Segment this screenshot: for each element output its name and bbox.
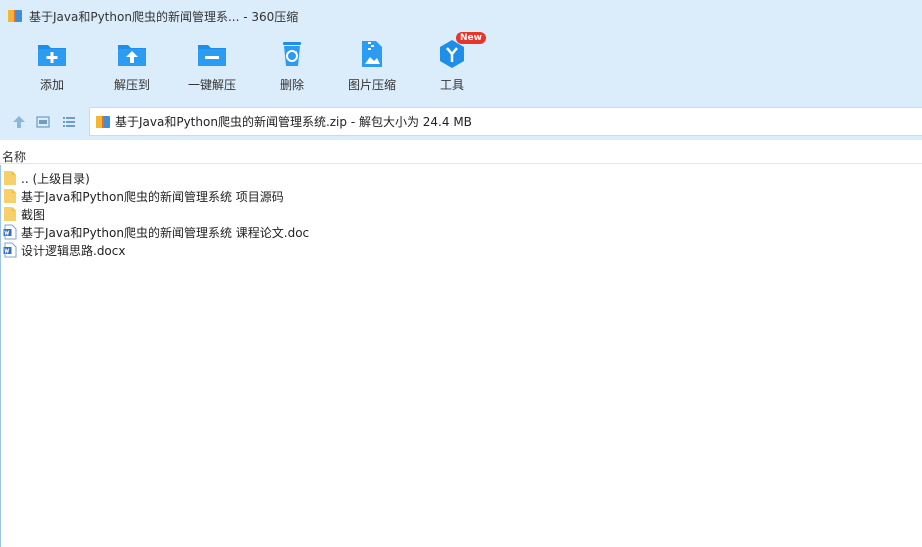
list-item-screenshots-folder[interactable]: 截图: [3, 205, 309, 223]
image-compress-button[interactable]: 图片压缩: [332, 32, 412, 98]
window-title: 基于Java和Python爬虫的新闻管理系... - 360压缩: [29, 9, 299, 24]
tools-button[interactable]: New 工具: [412, 32, 492, 98]
list-left-border: [0, 165, 1, 547]
up-button[interactable]: [9, 112, 29, 132]
title-bar: 基于Java和Python爬虫的新闻管理系... - 360压缩: [0, 0, 922, 32]
word-doc-icon: [3, 242, 17, 258]
detail-view-button[interactable]: [33, 112, 53, 132]
one-click-extract-button-label: 一键解压: [187, 78, 236, 92]
file-list: .. (上级目录) 基于Java和Python爬虫的新闻管理系统 项目源码 截图…: [3, 169, 309, 259]
file-list-header: 名称: [0, 146, 922, 164]
image-compress-button-label: 图片压缩: [347, 78, 396, 92]
file-name: 基于Java和Python爬虫的新闻管理系统 项目源码: [21, 189, 284, 204]
list-view-icon: [63, 117, 75, 127]
file-name: .. (上级目录): [21, 171, 90, 186]
folder-icon: [4, 171, 16, 185]
word-doc-icon: [3, 224, 17, 240]
path-field[interactable]: 基于Java和Python爬虫的新闻管理系统.zip - 解包大小为 24.4 …: [89, 107, 922, 136]
delete-button[interactable]: 删除: [252, 32, 332, 98]
new-badge: New: [456, 32, 486, 44]
list-item-parent-dir[interactable]: .. (上级目录): [3, 169, 309, 187]
tools-button-label: 工具: [439, 78, 464, 92]
up-arrow-icon: [13, 116, 25, 128]
list-view-button[interactable]: [59, 112, 79, 132]
folder-icon: [4, 207, 16, 221]
archive-icon: [8, 10, 22, 22]
add-folder-icon: [38, 45, 66, 66]
add-button[interactable]: 添加: [12, 32, 92, 98]
file-name: 截图: [21, 207, 46, 222]
list-item-source-folder[interactable]: 基于Java和Python爬虫的新闻管理系统 项目源码: [3, 187, 309, 205]
image-compress-icon: [362, 41, 382, 67]
address-bar: 基于Java和Python爬虫的新闻管理系统.zip - 解包大小为 24.4 …: [0, 104, 922, 140]
extract-to-button[interactable]: 解压到: [92, 32, 172, 98]
column-header-name[interactable]: 名称: [2, 148, 26, 165]
detail-view-icon: [36, 116, 50, 128]
list-item-thesis-doc[interactable]: 基于Java和Python爬虫的新闻管理系统 课程论文.doc: [3, 223, 309, 241]
zip-file-icon: [96, 115, 110, 128]
one-click-extract-icon: [198, 45, 226, 66]
extract-to-button-label: 解压到: [113, 78, 150, 92]
folder-icon: [4, 189, 16, 203]
file-name: 设计逻辑思路.docx: [21, 243, 126, 258]
one-click-extract-button[interactable]: 一键解压: [172, 32, 252, 98]
delete-button-label: 删除: [279, 78, 304, 92]
add-button-label: 添加: [39, 78, 64, 92]
main-toolbar: 添加 解压到 一键解压 删除 图片压缩 New 工具: [0, 32, 922, 104]
file-name: 基于Java和Python爬虫的新闻管理系统 课程论文.doc: [21, 225, 310, 240]
extract-to-folder-icon: [118, 45, 146, 66]
archive-path-text: 基于Java和Python爬虫的新闻管理系统.zip - 解包大小为 24.4 …: [115, 115, 472, 129]
list-item-design-docx[interactable]: 设计逻辑思路.docx: [3, 241, 309, 259]
recycle-bin-icon: [283, 42, 301, 66]
